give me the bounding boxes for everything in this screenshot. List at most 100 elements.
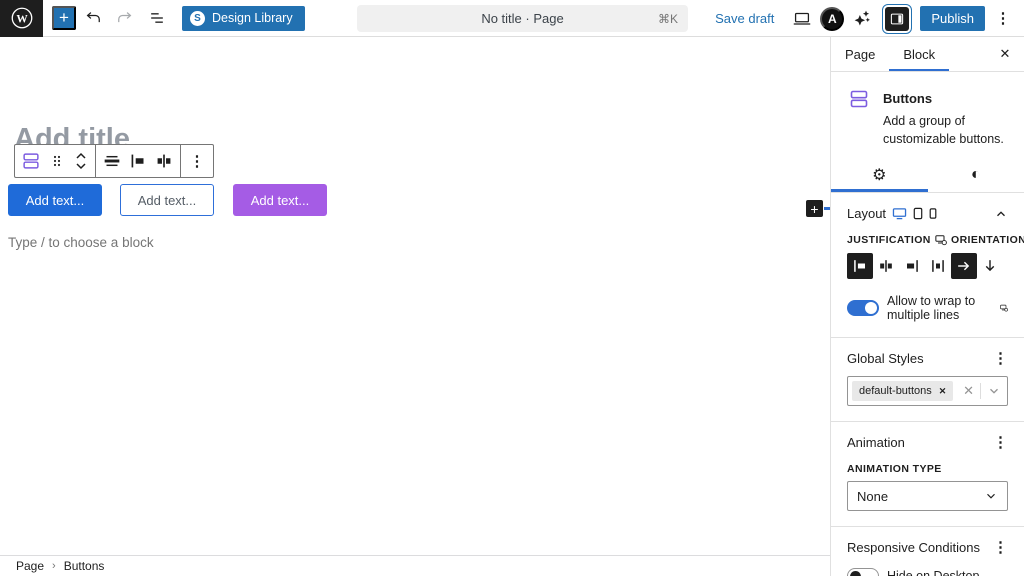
input-divider [980, 383, 981, 399]
block-card-title: Buttons [883, 87, 1008, 106]
block-card-description: Add a group of customizable buttons. [883, 112, 1008, 148]
design-library-icon: S [190, 11, 205, 26]
move-down-icon[interactable] [74, 161, 88, 170]
style-chip: default-buttons ✕ [852, 381, 953, 401]
animation-type-select[interactable]: None [847, 481, 1008, 511]
breadcrumb-buttons[interactable]: Buttons [64, 559, 105, 573]
style-chip-label: default-buttons [859, 385, 932, 397]
save-draft-button[interactable]: Save draft [705, 11, 784, 26]
empty-block-placeholder[interactable]: Type / to choose a block [8, 235, 154, 250]
buttons-block-icon[interactable] [18, 146, 44, 176]
sparkles-icon[interactable] [847, 4, 877, 34]
move-up-icon[interactable] [74, 152, 88, 161]
global-styles-input[interactable]: default-buttons ✕ ✕ [847, 376, 1008, 406]
chevron-down-icon [984, 489, 998, 503]
block-inserter-button[interactable]: + [52, 6, 76, 30]
wrap-toggle-label: Allow to wrap to multiple lines [887, 294, 996, 322]
sidebar-toggle-icon[interactable] [885, 7, 909, 31]
global-styles-title: Global Styles [847, 351, 924, 366]
block-toolbar-group-1 [15, 145, 96, 177]
breadcrumb: Page › Buttons [0, 555, 831, 576]
tab-page[interactable]: Page [831, 37, 889, 71]
button-block-3[interactable]: Add text... [233, 184, 327, 216]
a-logo-icon[interactable]: A [820, 7, 844, 31]
animation-type-value: None [857, 489, 888, 504]
global-styles-panel: Global Styles ⋮ default-buttons ✕ ✕ [831, 338, 1024, 422]
settings-style-tabs: ⚙ ◐ [831, 158, 1024, 193]
settings-sidebar: Page Block ✕ Buttons Add a group of cust… [830, 37, 1024, 576]
chevron-down-icon[interactable] [987, 384, 1001, 398]
justify-right-icon[interactable] [899, 253, 925, 279]
clear-input-icon[interactable]: ✕ [963, 383, 974, 399]
orientation-control: ORIENTATION [951, 234, 1024, 279]
collapse-panel-icon[interactable] [994, 207, 1008, 221]
block-options-icon[interactable]: ⋮ [184, 146, 210, 176]
header-right-toolbar: Save draft A Publish ⋮ [705, 0, 1018, 37]
justify-center-icon[interactable] [151, 146, 177, 176]
tab-block[interactable]: Block [889, 37, 949, 71]
justify-left-icon[interactable] [847, 253, 873, 279]
orientation-horizontal-icon[interactable] [951, 253, 977, 279]
header-left-toolbar: + S Design Library [43, 3, 305, 33]
button-block-1[interactable]: Add text... [8, 184, 102, 216]
animation-type-label: ANIMATION TYPE [847, 463, 1008, 475]
command-center-bar[interactable]: No title · Page ⌘K [357, 5, 688, 32]
breadcrumb-page[interactable]: Page [16, 559, 44, 573]
shortcut-hint: ⌘K [658, 12, 678, 26]
gear-icon[interactable]: ⚙ [831, 158, 928, 192]
block-toolbar: ⋮ [14, 144, 214, 178]
buttons-block-icon [847, 87, 871, 148]
inline-inserter-icon[interactable]: + [806, 200, 823, 217]
justify-left-icon[interactable] [125, 146, 151, 176]
global-styles-options-icon[interactable]: ⋮ [993, 351, 1008, 366]
hide-on-desktop-row: Hide on Desktop [847, 568, 1008, 576]
design-library-label: Design Library [212, 11, 293, 25]
remove-chip-icon[interactable]: ✕ [939, 386, 947, 397]
block-toolbar-group-2 [96, 145, 181, 177]
breadcrumb-separator-icon: › [52, 560, 56, 572]
animation-panel: Animation ⋮ ANIMATION TYPE None [831, 422, 1024, 527]
undo-icon[interactable] [78, 3, 108, 33]
justify-center-icon[interactable] [873, 253, 899, 279]
hide-on-desktop-toggle[interactable] [847, 568, 879, 576]
justification-control: JUSTIFICATION [847, 234, 951, 279]
justification-label: JUSTIFICATION [847, 234, 931, 246]
editor-header: W + S Design Library No title · Page ⌘K … [0, 0, 1024, 37]
close-icon[interactable]: ✕ [986, 37, 1024, 71]
sidebar-toggle-focus-ring [882, 4, 912, 34]
button-block-2[interactable]: Add text... [120, 184, 214, 216]
block-movers [70, 152, 92, 170]
wrap-toggle[interactable] [847, 300, 879, 316]
drag-handle-icon[interactable] [44, 146, 70, 176]
publish-button[interactable]: Publish [920, 6, 985, 31]
align-none-icon[interactable] [99, 146, 125, 176]
gutenberg-editor: W + S Design Library No title · Page ⌘K … [0, 0, 1024, 576]
document-title: No title · Page [481, 11, 563, 26]
responsive-options-icon[interactable]: ⋮ [993, 540, 1008, 555]
hide-on-desktop-label: Hide on Desktop [887, 569, 979, 576]
responsive-conditions-title: Responsive Conditions [847, 540, 980, 555]
wordpress-logo-icon[interactable]: W [0, 0, 43, 37]
redo-icon[interactable] [110, 3, 140, 33]
animation-options-icon[interactable]: ⋮ [993, 435, 1008, 450]
justify-space-between-icon[interactable] [925, 253, 951, 279]
animation-title: Animation [847, 435, 905, 450]
desktop-icon[interactable] [892, 207, 907, 220]
sidebar-tabs: Page Block ✕ [831, 37, 1024, 72]
orientation-vertical-icon[interactable] [977, 253, 1003, 279]
tablet-icon[interactable] [913, 207, 923, 220]
design-library-button[interactable]: S Design Library [182, 6, 305, 31]
styles-contrast-icon[interactable]: ◐ [928, 158, 1024, 192]
options-menu-icon[interactable]: ⋮ [988, 4, 1018, 34]
responsive-conditions-panel: Responsive Conditions ⋮ Hide on Desktop … [831, 527, 1024, 576]
responsive-override-icon[interactable] [1000, 302, 1008, 314]
orientation-label: ORIENTATION [951, 234, 1024, 246]
block-toolbar-group-3: ⋮ [181, 145, 213, 177]
block-card: Buttons Add a group of customizable butt… [831, 72, 1024, 158]
mobile-icon[interactable] [929, 207, 937, 220]
editor-canvas: Add title [0, 37, 831, 555]
preview-icon[interactable] [787, 4, 817, 34]
layout-panel-title: Layout [847, 206, 886, 221]
responsive-override-icon[interactable] [935, 234, 947, 246]
list-view-icon[interactable] [142, 3, 172, 33]
